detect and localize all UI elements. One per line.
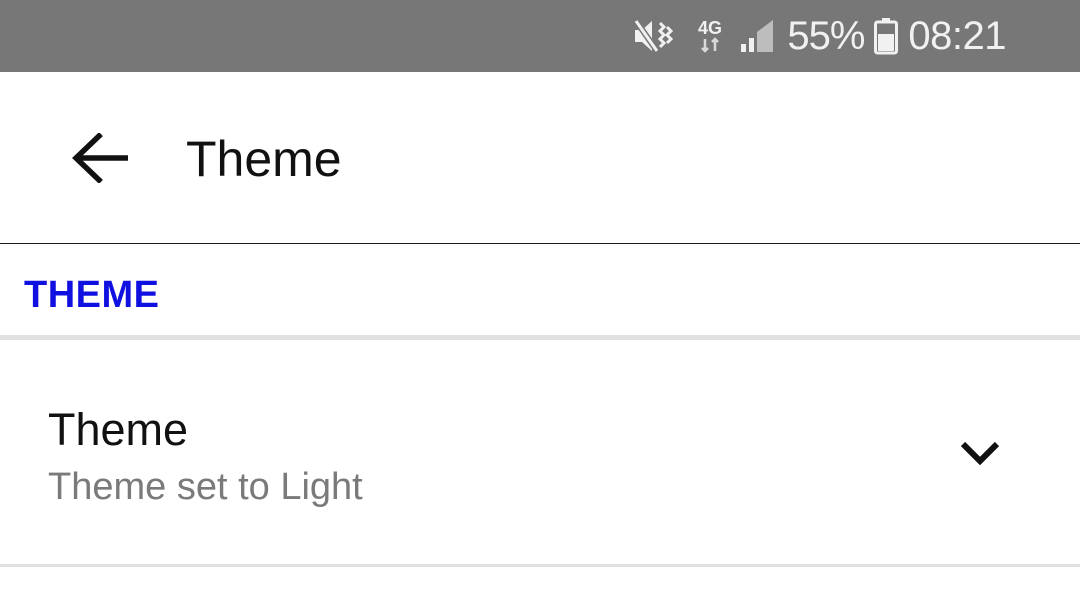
back-button[interactable] bbox=[56, 118, 146, 198]
battery-icon bbox=[874, 17, 899, 55]
toolbar: Theme bbox=[0, 72, 1080, 244]
arrow-back-icon bbox=[72, 133, 128, 183]
network-type-label: 4G bbox=[698, 18, 722, 38]
section-title: THEME bbox=[24, 274, 160, 316]
network-4g-icon: 4G bbox=[697, 17, 727, 55]
preference-summary: Theme set to Light bbox=[48, 466, 363, 508]
status-bar: 4G 55% 08:21 bbox=[0, 0, 1080, 72]
theme-preference-row[interactable]: Theme Theme set to Light bbox=[0, 340, 1080, 567]
chevron-down-icon[interactable] bbox=[958, 438, 1002, 468]
mute-vibrate-icon bbox=[633, 17, 675, 55]
clock: 08:21 bbox=[908, 13, 1006, 58]
signal-icon bbox=[739, 18, 775, 54]
battery-percent: 55% bbox=[787, 13, 865, 58]
section-header: THEME bbox=[0, 244, 1080, 340]
preference-title: Theme bbox=[48, 404, 189, 455]
page-title: Theme bbox=[186, 131, 342, 187]
